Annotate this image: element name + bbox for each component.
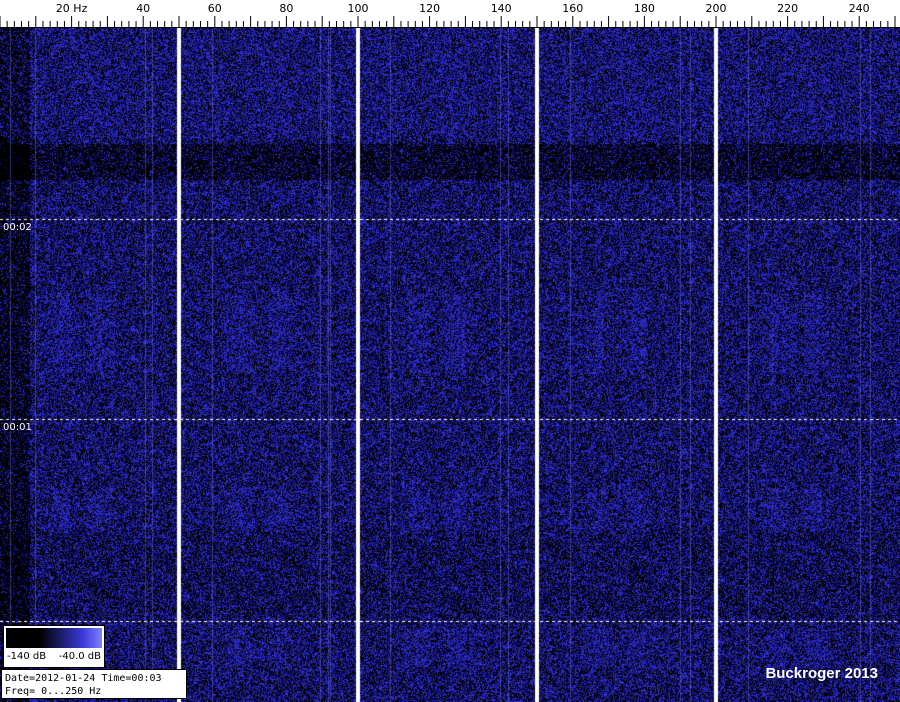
x-tick-label: 80: [279, 2, 293, 15]
x-tick-label: 20 Hz: [56, 2, 88, 15]
info-date-time: Date=2012-01-24 Time=00:03: [5, 673, 162, 684]
watermark-text: Buckroger 2013: [765, 665, 878, 682]
x-tick-label: 220: [777, 2, 798, 15]
frequency-ruler: [0, 0, 900, 28]
colorbar-legend: -140 dB -40.0 dB: [3, 625, 105, 668]
x-tick-label: 140: [491, 2, 512, 15]
x-tick-label: 180: [634, 2, 655, 15]
x-tick-label: 120: [419, 2, 440, 15]
x-tick-label: 40: [136, 2, 150, 15]
time-marker-label: 00:01: [3, 422, 32, 433]
info-panel: Date=2012-01-24 Time=00:03 Freq= 0...250…: [1, 669, 187, 699]
info-frequency-range: Freq= 0...250 Hz: [5, 686, 102, 697]
colorbar-max-label: -40.0 dB: [58, 651, 101, 662]
x-tick-label: 160: [562, 2, 583, 15]
x-tick-label: 200: [706, 2, 727, 15]
spectrogram-window: 20 Hz 40 60 80 100 120 140 160 180 200 220 240 00:0…: [0, 0, 900, 702]
time-marker-label: 00:02: [3, 222, 32, 233]
colorbar-min-label: -140 dB: [7, 651, 47, 662]
x-tick-label: 100: [348, 2, 369, 15]
x-tick-label: 240: [849, 2, 870, 15]
x-tick-label: 60: [208, 2, 222, 15]
spectrogram-axes: 20 Hz 40 60 80 100 120 140 160 180 200 220 240: [0, 0, 900, 28]
colorbar-gradient: [6, 628, 102, 648]
